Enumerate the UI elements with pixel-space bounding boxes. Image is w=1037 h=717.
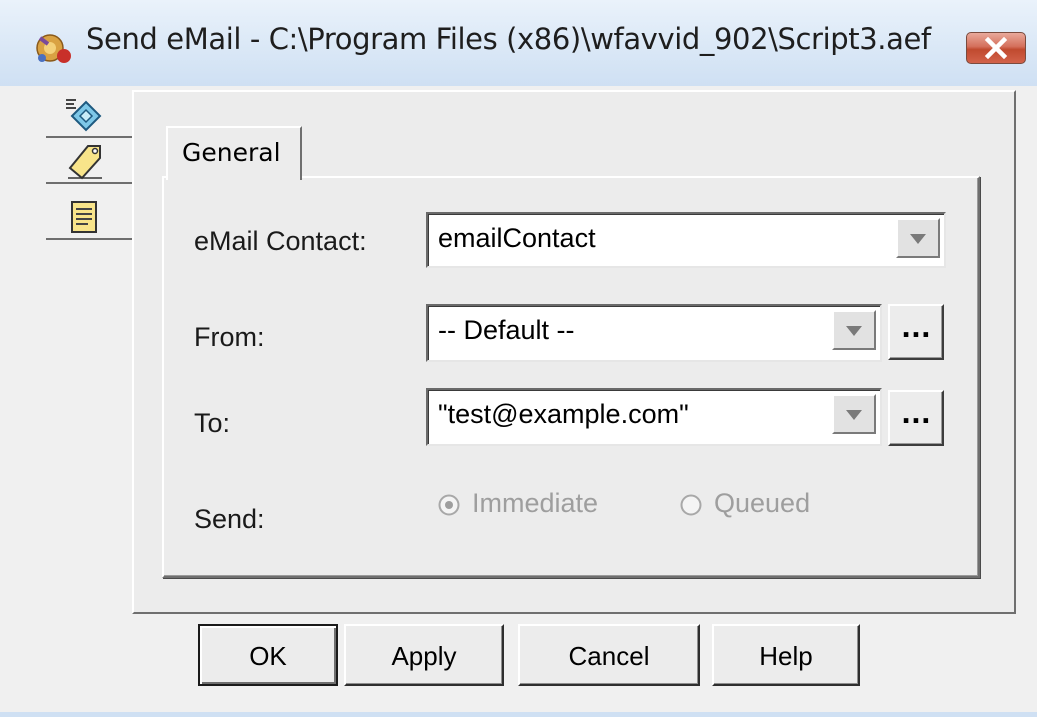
to-browse-button[interactable]: ... bbox=[888, 390, 944, 446]
from-browse-button[interactable]: ... bbox=[888, 304, 944, 360]
send-label: Send: bbox=[194, 504, 265, 534]
ok-button-label: OK bbox=[249, 641, 287, 671]
help-button-label: Help bbox=[759, 641, 813, 671]
tab-general[interactable]: General bbox=[166, 126, 302, 180]
email-contact-label: eMail Contact: bbox=[194, 226, 367, 256]
chevron-down-icon bbox=[846, 326, 862, 336]
title-bar[interactable]: Send eMail - C:\Program Files (x86)\wfav… bbox=[0, 0, 1037, 86]
properties-icon bbox=[66, 99, 102, 132]
radio-unselected-icon bbox=[680, 494, 702, 516]
close-button[interactable] bbox=[966, 32, 1026, 64]
from-value: -- Default -- bbox=[438, 315, 575, 345]
radio-selected-icon bbox=[438, 494, 460, 516]
send-immediate-label: Immediate bbox=[472, 488, 599, 518]
chevron-down-icon bbox=[910, 234, 926, 244]
side-tab-tag[interactable] bbox=[46, 140, 132, 184]
apply-button[interactable]: Apply bbox=[344, 624, 504, 686]
to-browse-label: ... bbox=[901, 400, 931, 430]
to-value: "test@example.com" bbox=[438, 399, 689, 429]
cancel-button[interactable]: Cancel bbox=[518, 624, 700, 686]
notes-icon bbox=[71, 201, 97, 233]
side-tab-properties[interactable] bbox=[46, 94, 132, 138]
email-contact-dropdown-button[interactable] bbox=[896, 218, 940, 258]
window-bottom-border bbox=[0, 712, 1037, 717]
from-combo[interactable]: -- Default -- bbox=[426, 304, 882, 362]
email-contact-value: emailContact bbox=[438, 223, 596, 253]
side-tab-notes[interactable] bbox=[46, 196, 132, 240]
from-browse-label: ... bbox=[901, 314, 931, 344]
from-label: From: bbox=[194, 322, 265, 352]
cancel-button-label: Cancel bbox=[568, 641, 650, 671]
send-email-dialog: Send eMail - C:\Program Files (x86)\wfav… bbox=[0, 0, 1037, 717]
chevron-down-icon bbox=[846, 410, 862, 420]
app-icon bbox=[36, 34, 71, 63]
help-button[interactable]: Help bbox=[712, 624, 860, 686]
apply-button-label: Apply bbox=[391, 641, 457, 671]
tab-general-label: General bbox=[182, 138, 281, 167]
to-label: To: bbox=[194, 408, 231, 438]
from-dropdown-button[interactable] bbox=[832, 310, 876, 350]
to-combo[interactable]: "test@example.com" bbox=[426, 388, 882, 446]
window-title: Send eMail - C:\Program Files (x86)\wfav… bbox=[86, 22, 931, 56]
close-icon bbox=[984, 37, 1008, 59]
to-dropdown-button[interactable] bbox=[832, 394, 876, 434]
email-contact-combo[interactable]: emailContact bbox=[426, 212, 946, 268]
ok-button[interactable]: OK bbox=[198, 624, 338, 686]
tag-icon bbox=[68, 145, 102, 180]
send-queued-label: Queued bbox=[714, 488, 811, 518]
